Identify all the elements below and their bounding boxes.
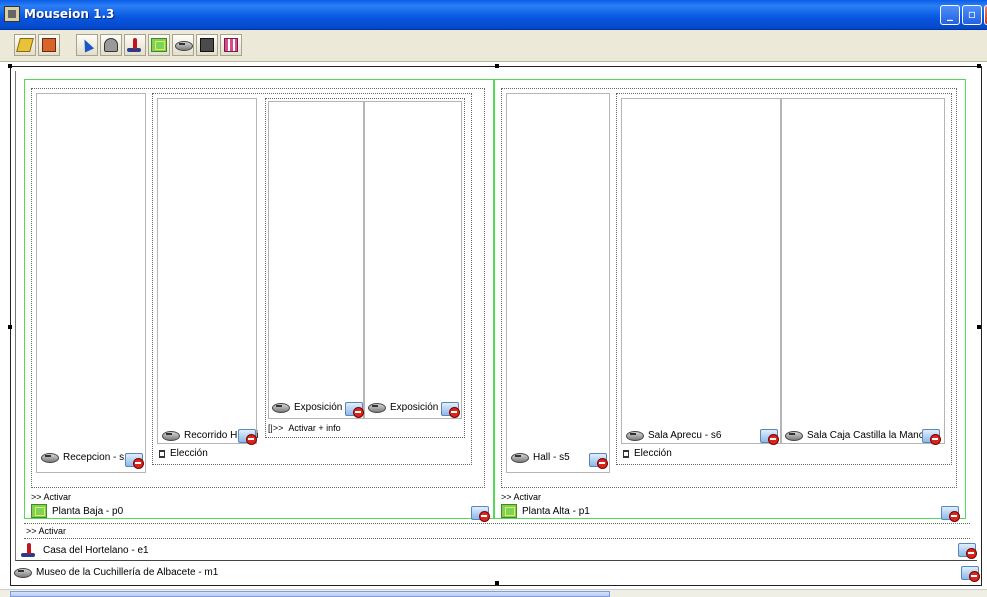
- toolbar: [0, 30, 987, 62]
- activity-label: >> Activar: [31, 492, 72, 502]
- scrollbar-thumb[interactable]: [10, 591, 610, 597]
- floor-icon: [501, 504, 517, 518]
- add-museum-button[interactable]: [100, 34, 122, 56]
- app-icon: [4, 6, 20, 22]
- minimize-button[interactable]: _: [940, 5, 960, 25]
- floor-icon: [151, 38, 167, 52]
- museum-icon: [13, 565, 32, 579]
- floor-p1[interactable]: Hall - s5 Sala Aprecu - s6 Sala Caja Cas…: [494, 79, 966, 522]
- folder-delete-icon[interactable]: [589, 451, 608, 469]
- stand-s7[interactable]: Sala Caja Castilla la Mancha: [781, 98, 945, 445]
- grid-icon: [224, 38, 238, 52]
- folder-delete-icon[interactable]: [125, 451, 144, 469]
- museum-icon: [104, 38, 118, 52]
- group-label: Activar + info: [288, 423, 341, 433]
- building-label: Casa del Hortelano - e1: [43, 544, 149, 556]
- select-button[interactable]: [76, 34, 98, 56]
- stand-label: Exposición Temporal: [294, 401, 346, 413]
- add-grid-button[interactable]: [220, 34, 242, 56]
- add-panel-button[interactable]: [196, 34, 218, 56]
- exit-button[interactable]: [38, 34, 60, 56]
- folder-delete-icon[interactable]: [961, 564, 980, 582]
- stand-s5[interactable]: Hall - s5: [506, 93, 610, 473]
- open-icon: [16, 38, 34, 52]
- activity-activar-p0[interactable]: Recepcion - s1 Recorrido Histórico: [31, 88, 485, 488]
- design-canvas[interactable]: Recepcion - s1 Recorrido Histórico: [8, 64, 982, 586]
- add-stand-button[interactable]: [172, 34, 194, 56]
- floor-icon: [31, 504, 47, 518]
- building-container[interactable]: Recepcion - s1 Recorrido Histórico: [15, 71, 977, 561]
- activity-activar-e1[interactable]: >> Activar: [24, 523, 970, 539]
- activity-label: >> Activar: [26, 526, 67, 536]
- activity-eleccion-2[interactable]: Sala Aprecu - s6 Sala Caja Castilla la M…: [616, 93, 952, 465]
- stand-s2[interactable]: Recorrido Histórico: [157, 98, 258, 445]
- stand-icon: [161, 428, 180, 442]
- stand-label: Recepcion - s1: [63, 451, 130, 463]
- stand-icon: [367, 400, 386, 414]
- add-floor-button[interactable]: [148, 34, 170, 56]
- building-icon: [126, 38, 144, 52]
- floor-p0[interactable]: Recepcion - s1 Recorrido Histórico: [24, 79, 494, 522]
- activity-activar-p1[interactable]: Hall - s5 Sala Aprecu - s6 Sala Caja Cas…: [501, 88, 957, 488]
- activity-eleccion-1[interactable]: Recorrido Histórico Elección: [152, 93, 472, 465]
- stand-icon: [174, 38, 193, 52]
- folder-delete-icon[interactable]: [238, 427, 257, 445]
- stand-s4[interactable]: Exposición Temporal: [364, 101, 462, 419]
- horizontal-scrollbar[interactable]: [0, 589, 987, 597]
- museum-label: Museo de la Cuchillería de Albacete - m1: [36, 566, 219, 578]
- stand-s6[interactable]: Sala Aprecu - s6: [621, 98, 781, 445]
- stand-icon: [784, 428, 803, 442]
- stand-s1[interactable]: Recepcion - s1: [36, 93, 146, 473]
- floor-label: Planta Baja - p0: [52, 505, 124, 517]
- stand-icon: [40, 450, 59, 464]
- group-label: Elección: [170, 448, 208, 459]
- folder-delete-icon[interactable]: [941, 504, 960, 522]
- folder-delete-icon[interactable]: [958, 541, 977, 559]
- stand-label: Hall - s5: [533, 451, 570, 463]
- folder-delete-icon[interactable]: [345, 400, 364, 418]
- maximize-button[interactable]: ▫: [962, 5, 982, 25]
- stand-icon: [510, 450, 529, 464]
- museum-container[interactable]: Recepcion - s1 Recorrido Histórico: [11, 67, 981, 585]
- floor-label: Planta Alta - p1: [522, 505, 590, 517]
- pointer-icon: [79, 37, 95, 53]
- stand-label: Sala Caja Castilla la Mancha: [807, 429, 935, 441]
- add-building-button[interactable]: [124, 34, 146, 56]
- stand-icon: [625, 428, 644, 442]
- folder-delete-icon[interactable]: [922, 427, 941, 445]
- choice-icon: [159, 449, 165, 458]
- exit-icon: [42, 38, 56, 52]
- window-title: Mouseion 1.3: [24, 7, 115, 21]
- stand-label: Exposición Temporal: [390, 401, 444, 413]
- building-icon: [20, 543, 38, 557]
- title-bar: Mouseion 1.3 _ ▫: [0, 0, 987, 30]
- activar-info-icon: [|>>: [268, 423, 284, 433]
- stand-label: Sala Aprecu - s6: [648, 429, 722, 441]
- panel-icon: [200, 38, 214, 52]
- open-button[interactable]: [14, 34, 36, 56]
- folder-delete-icon[interactable]: [471, 504, 490, 522]
- activity-label: >> Activar: [501, 492, 542, 502]
- group-label: Elección: [634, 448, 672, 459]
- choice-icon: [623, 449, 629, 458]
- stand-s3[interactable]: Exposición Temporal: [268, 101, 364, 419]
- stand-icon: [271, 400, 290, 414]
- folder-delete-icon[interactable]: [441, 400, 460, 418]
- activity-activar-info[interactable]: Exposición Temporal Exposición Temporal: [265, 98, 465, 438]
- folder-delete-icon[interactable]: [760, 427, 779, 445]
